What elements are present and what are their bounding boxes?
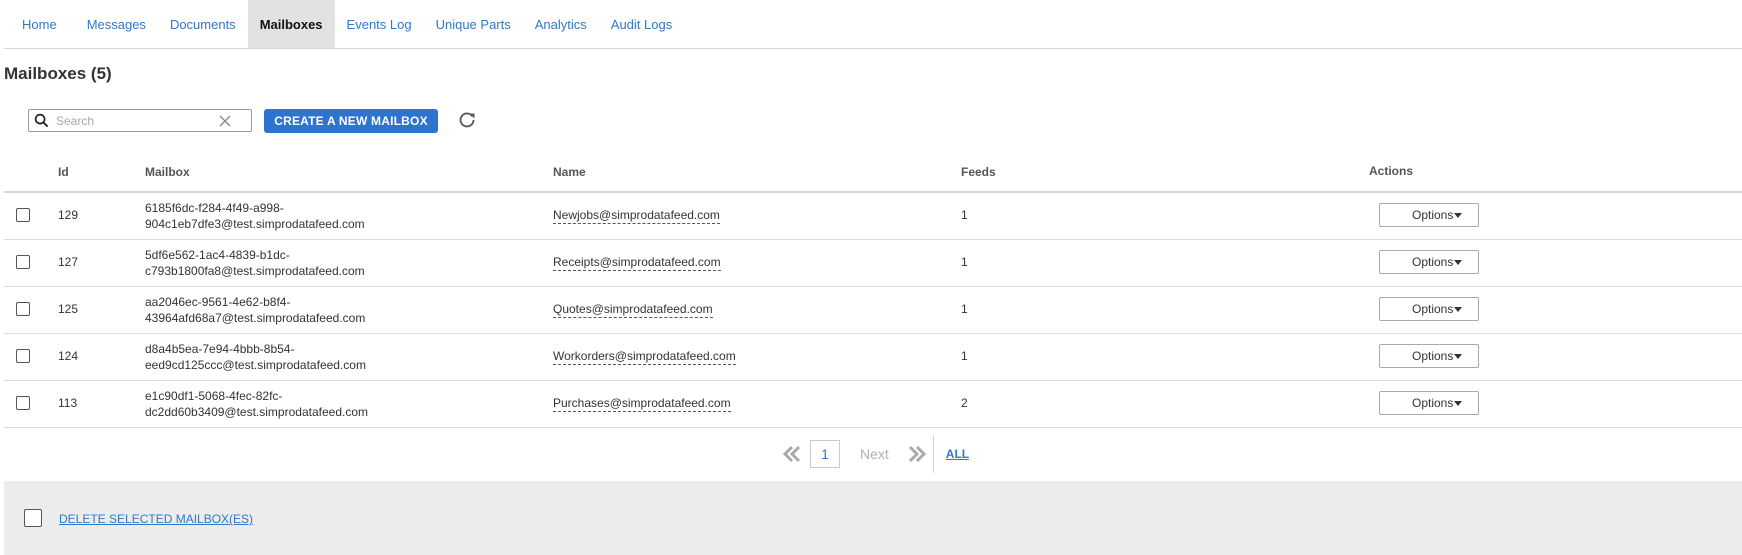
row-id: 124	[58, 349, 79, 363]
row-feeds: 1	[961, 349, 968, 363]
table-row: 113 e1c90df1-5068-4fec-82fc- dc2dd60b340…	[4, 381, 1742, 428]
editable-name[interactable]: Workorders@simprodatafeed.com	[553, 349, 736, 365]
row-feeds: 1	[961, 208, 968, 222]
caret-down-icon	[1454, 260, 1462, 265]
close-icon[interactable]	[217, 113, 233, 129]
table-row: 127 5df6e562-1ac4-4839-b1dc- c793b1800fa…	[4, 240, 1742, 287]
row-mailbox: 6185f6dc-f284-4f49-a998- 904c1eb7dfe3@te…	[145, 200, 365, 232]
double-chevron-left-icon[interactable]	[780, 442, 804, 466]
row-feeds: 1	[961, 302, 968, 316]
select-all-checkbox[interactable]	[24, 509, 42, 527]
pagination-divider	[932, 435, 934, 473]
row-id: 113	[58, 396, 78, 410]
row-checkbox[interactable]	[16, 302, 30, 316]
table-row: 129 6185f6dc-f284-4f49-a998- 904c1eb7dfe…	[4, 193, 1742, 240]
search-input[interactable]	[50, 113, 217, 128]
column-header-actions: Actions	[1369, 164, 1414, 178]
row-name: Newjobs@simprodatafeed.com	[553, 208, 720, 224]
row-name: Quotes@simprodatafeed.com	[553, 302, 713, 318]
options-label: Options	[1412, 396, 1454, 410]
search-icon	[32, 112, 50, 130]
refresh-icon[interactable]	[457, 110, 477, 130]
options-label: Options	[1412, 349, 1454, 363]
options-dropdown[interactable]: Options	[1379, 203, 1479, 227]
table-row: 125 aa2046ec-9561-4e62-b8f4- 43964afd68a…	[4, 287, 1742, 334]
editable-name[interactable]: Newjobs@simprodatafeed.com	[553, 208, 720, 224]
delete-selected-link[interactable]: DELETE SELECTED MAILBOX(ES)	[59, 512, 253, 526]
row-name: Purchases@simprodatafeed.com	[553, 396, 731, 412]
search-box	[28, 109, 252, 132]
mailbox-line: d8a4b5ea-7e94-4bbb-8b54-	[145, 342, 295, 356]
tab-unique-parts[interactable]: Unique Parts	[424, 0, 523, 48]
row-name: Workorders@simprodatafeed.com	[553, 349, 736, 365]
row-checkbox[interactable]	[16, 396, 30, 410]
mailboxes-table: Id Mailbox Name Feeds Actions 129 6185f6…	[4, 155, 1742, 428]
caret-down-icon	[1454, 307, 1462, 312]
mailbox-line: 5df6e562-1ac4-4839-b1dc-	[145, 248, 290, 262]
double-chevron-right-icon[interactable]	[905, 442, 929, 466]
options-label: Options	[1412, 302, 1454, 316]
options-label: Options	[1412, 208, 1454, 222]
row-feeds: 2	[961, 396, 968, 410]
table-row: 124 d8a4b5ea-7e94-4bbb-8b54- eed9cd125cc…	[4, 334, 1742, 381]
row-id: 127	[58, 255, 79, 269]
column-header-id[interactable]: Id	[58, 165, 69, 179]
mailbox-line: 43964afd68a7@test.simprodatafeed.com	[145, 311, 366, 325]
page-title: Mailboxes (5)	[4, 64, 112, 83]
row-mailbox: 5df6e562-1ac4-4839-b1dc- c793b1800fa8@te…	[145, 247, 365, 279]
editable-name[interactable]: Quotes@simprodatafeed.com	[553, 302, 713, 318]
row-id: 129	[58, 208, 79, 222]
tab-messages[interactable]: Messages	[75, 0, 158, 48]
row-mailbox: e1c90df1-5068-4fec-82fc- dc2dd60b3409@te…	[145, 388, 368, 420]
mailbox-line: 6185f6dc-f284-4f49-a998-	[145, 201, 284, 215]
mailbox-line: eed9cd125ccc@test.simprodatafeed.com	[145, 358, 366, 372]
mailbox-line: c793b1800fa8@test.simprodatafeed.com	[145, 264, 365, 278]
caret-down-icon	[1454, 213, 1462, 218]
row-checkbox[interactable]	[16, 255, 30, 269]
tab-documents[interactable]: Documents	[158, 0, 248, 48]
row-mailbox: d8a4b5ea-7e94-4bbb-8b54- eed9cd125ccc@te…	[145, 341, 366, 373]
row-checkbox[interactable]	[16, 208, 30, 222]
row-id: 125	[58, 302, 79, 316]
column-header-name[interactable]: Name	[553, 165, 586, 179]
row-mailbox: aa2046ec-9561-4e62-b8f4- 43964afd68a7@te…	[145, 294, 365, 326]
column-header-feeds[interactable]: Feeds	[961, 165, 996, 179]
top-nav: Home Messages Documents Mailboxes Events…	[4, 0, 1742, 49]
mailbox-line: aa2046ec-9561-4e62-b8f4-	[145, 295, 291, 309]
page-number[interactable]: 1	[810, 440, 840, 468]
pagination: 1 Next ALL	[780, 434, 969, 474]
tab-events-log[interactable]: Events Log	[335, 0, 424, 48]
mailbox-line: dc2dd60b3409@test.simprodatafeed.com	[145, 405, 368, 419]
tab-mailboxes[interactable]: Mailboxes	[247, 0, 335, 48]
options-label: Options	[1412, 255, 1454, 269]
options-dropdown[interactable]: Options	[1379, 297, 1479, 321]
editable-name[interactable]: Receipts@simprodatafeed.com	[553, 255, 721, 271]
mailbox-line: 904c1eb7dfe3@test.simprodatafeed.com	[145, 217, 365, 231]
show-all-link[interactable]: ALL	[946, 447, 969, 461]
bulk-actions-bar: DELETE SELECTED MAILBOX(ES)	[4, 481, 1742, 555]
app: Home Messages Documents Mailboxes Events…	[0, 0, 1742, 555]
next-page-link[interactable]: Next	[860, 446, 889, 462]
caret-down-icon	[1454, 401, 1462, 406]
create-mailbox-button[interactable]: CREATE A NEW MAILBOX	[264, 109, 438, 133]
options-dropdown[interactable]: Options	[1379, 250, 1479, 274]
caret-down-icon	[1454, 354, 1462, 359]
editable-name[interactable]: Purchases@simprodatafeed.com	[553, 396, 731, 412]
row-name: Receipts@simprodatafeed.com	[553, 255, 721, 271]
options-dropdown[interactable]: Options	[1379, 391, 1479, 415]
row-checkbox[interactable]	[16, 349, 30, 363]
column-header-mailbox[interactable]: Mailbox	[145, 165, 190, 179]
options-dropdown[interactable]: Options	[1379, 344, 1479, 368]
tab-home[interactable]: Home	[4, 0, 75, 48]
table-header: Id Mailbox Name Feeds Actions	[4, 155, 1742, 193]
tab-analytics[interactable]: Analytics	[523, 0, 599, 48]
mailbox-line: e1c90df1-5068-4fec-82fc-	[145, 389, 283, 403]
row-feeds: 1	[961, 255, 968, 269]
tab-audit-logs[interactable]: Audit Logs	[599, 0, 684, 48]
